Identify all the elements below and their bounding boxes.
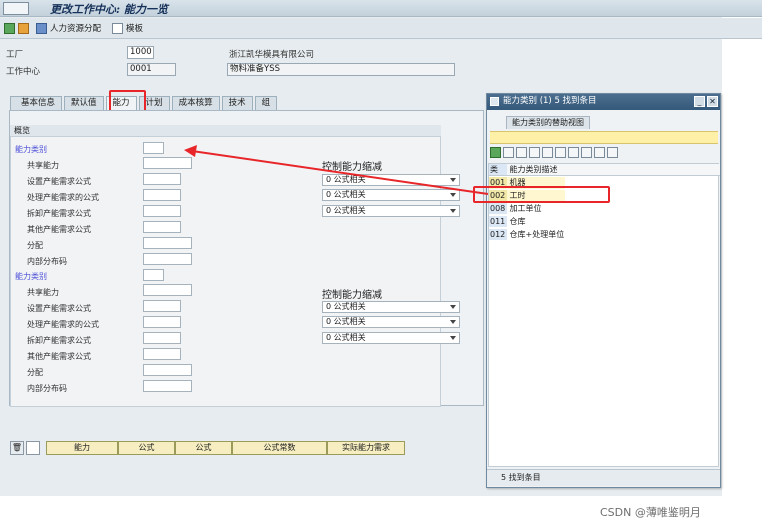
annotation-arrow — [184, 145, 489, 195]
arrow-head — [184, 145, 197, 157]
arrow-line — [191, 150, 489, 195]
watermark: CSDN @薄唯鉴明月 — [600, 506, 701, 519]
